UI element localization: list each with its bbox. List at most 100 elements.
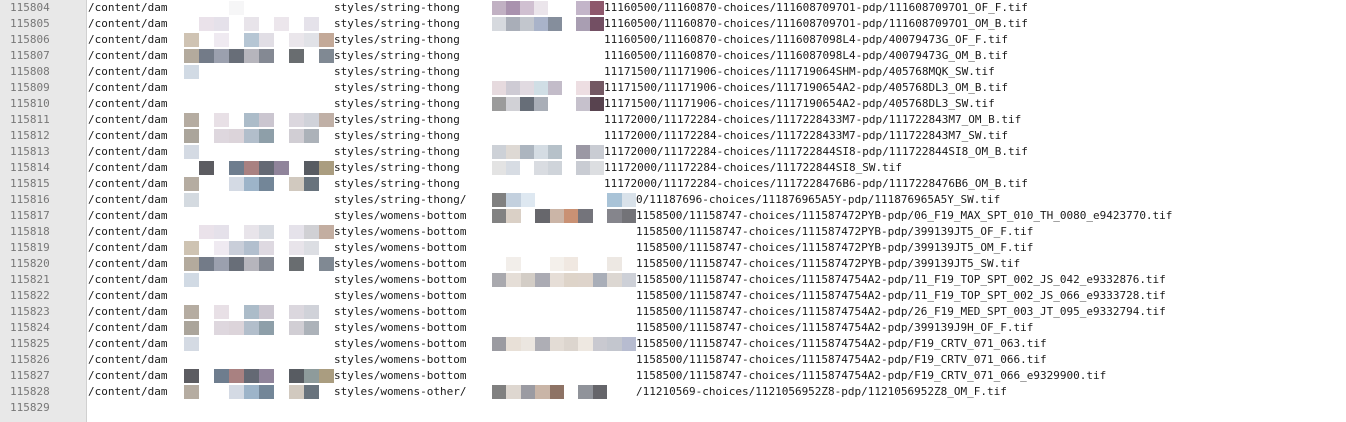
redacted-region (184, 241, 334, 255)
redacted-region (492, 209, 637, 223)
redacted-region (184, 49, 334, 63)
editor-line[interactable]: 115819/content/dam styles/womens-bottom 11… (0, 240, 1346, 256)
line-number: 115819 (10, 241, 50, 254)
path-styles: styles/string-thong (334, 17, 460, 30)
editor-line[interactable]: 115820/content/dam styles/womens-bottom 11… (0, 256, 1346, 272)
path-prefix: /content/dam (88, 113, 168, 126)
editor-line[interactable]: 115811/content/dam styles/string-thong 111… (0, 112, 1346, 128)
path-file: 11171500/11171906-choices/111719064SHM-p… (604, 65, 995, 78)
editor-line[interactable]: 115821/content/dam styles/womens-bottom 11… (0, 272, 1346, 288)
path-file: 11171500/11171906-choices/1117190654A2-p… (604, 97, 995, 110)
path-file: 11172000/11172284-choices/111722844SI8-p… (604, 145, 1028, 158)
line-number: 115809 (10, 81, 50, 94)
editor-line[interactable]: 115827/content/dam styles/womens-bottom 11… (0, 368, 1346, 384)
line-number: 115826 (10, 353, 50, 366)
editor-line[interactable]: 115814/content/dam styles/string-thong 111… (0, 160, 1346, 176)
path-prefix: /content/dam (88, 353, 168, 366)
path-styles: styles/string-thong (334, 161, 460, 174)
path-styles: styles/string-thong (334, 129, 460, 142)
path-prefix: /content/dam (88, 49, 168, 62)
path-file: 11160500/11160870-choices/1116087097O1-p… (604, 1, 1028, 14)
redacted-region (492, 97, 604, 111)
path-prefix: /content/dam (88, 33, 168, 46)
path-prefix: /content/dam (88, 241, 168, 254)
editor-line[interactable]: 115806/content/dam styles/string-thong 111… (0, 32, 1346, 48)
path-file: /11210569-choices/1121056952Z8-pdp/11210… (636, 385, 1007, 398)
line-number: 115825 (10, 337, 50, 350)
editor-line[interactable]: 115805/content/dam styles/string-thong 111… (0, 16, 1346, 32)
line-number: 115808 (10, 65, 50, 78)
redacted-region (184, 113, 334, 127)
redacted-region (184, 385, 334, 399)
line-number: 115810 (10, 97, 50, 110)
editor-line[interactable]: 115816/content/dam styles/string-thong/0/… (0, 192, 1346, 208)
redacted-region (184, 65, 334, 79)
redacted-region (492, 337, 637, 351)
redacted-region (492, 305, 637, 319)
path-prefix: /content/dam (88, 193, 168, 206)
path-styles: styles/string-thong (334, 49, 460, 62)
editor-line[interactable]: 115808/content/dam styles/string-thong 111… (0, 64, 1346, 80)
redacted-region (184, 33, 334, 47)
path-file: 1158500/11158747-choices/1115874754A2-pd… (636, 369, 1107, 382)
redacted-region (184, 369, 334, 383)
path-styles: styles/womens-bottom (334, 273, 467, 286)
line-number: 115804 (10, 1, 50, 14)
editor-line[interactable]: 115828/content/dam styles/womens-other/ /1… (0, 384, 1346, 400)
editor-line[interactable]: 115826/content/dam styles/womens-bottom 11… (0, 352, 1346, 368)
line-number: 115822 (10, 289, 50, 302)
editor-line[interactable]: 115810/content/dam styles/string-thong 111… (0, 96, 1346, 112)
editor-line[interactable]: 115823/content/dam styles/womens-bottom 11… (0, 304, 1346, 320)
editor-line[interactable]: 115829 (0, 400, 1346, 416)
editor-line[interactable]: 115809/content/dam styles/string-thong 111… (0, 80, 1346, 96)
text-editor[interactable]: 115804/content/dam styles/string-thong 111… (0, 0, 1346, 422)
path-file: 1158500/11158747-choices/111587472PYB-pd… (636, 209, 1173, 222)
redacted-region (184, 81, 334, 95)
editor-line[interactable]: 115813/content/dam styles/string-thong 111… (0, 144, 1346, 160)
path-prefix: /content/dam (88, 97, 168, 110)
path-file: 1158500/11158747-choices/1115874754A2-pd… (636, 321, 1034, 334)
editor-line[interactable]: 115815/content/dam styles/string-thong 111… (0, 176, 1346, 192)
redacted-region (184, 353, 334, 367)
line-number: 115805 (10, 17, 50, 30)
redacted-region (492, 65, 604, 79)
redacted-region (184, 321, 334, 335)
line-number: 115829 (10, 401, 50, 414)
path-file: 11160500/11160870-choices/1116087097O1-p… (604, 17, 1028, 30)
editor-line[interactable]: 115818/content/dam styles/womens-bottom 11… (0, 224, 1346, 240)
path-styles: styles/womens-bottom (334, 337, 467, 350)
editor-line[interactable]: 115817/content/dam styles/womens-bottom 11… (0, 208, 1346, 224)
path-file: 11160500/11160870-choices/1116087098L4-p… (604, 49, 1008, 62)
redacted-region (184, 337, 334, 351)
path-styles: styles/string-thong (334, 177, 460, 190)
path-styles: styles/string-thong (334, 33, 460, 46)
path-prefix: /content/dam (88, 65, 168, 78)
editor-line[interactable]: 115824/content/dam styles/womens-bottom 11… (0, 320, 1346, 336)
editor-line[interactable]: 115822/content/dam styles/womens-bottom 11… (0, 288, 1346, 304)
path-styles: styles/womens-bottom (334, 257, 467, 270)
path-prefix: /content/dam (88, 177, 168, 190)
redacted-region (184, 193, 334, 207)
redacted-region (492, 369, 637, 383)
path-styles: styles/string-thong (334, 113, 460, 126)
redacted-region (184, 161, 334, 175)
editor-line[interactable]: 115812/content/dam styles/string-thong 111… (0, 128, 1346, 144)
line-number: 115807 (10, 49, 50, 62)
redacted-region (184, 289, 334, 303)
editor-line[interactable]: 115804/content/dam styles/string-thong 111… (0, 0, 1346, 16)
path-file: 1158500/11158747-choices/111587472PYB-pd… (636, 241, 1034, 254)
path-styles: styles/womens-bottom (334, 241, 467, 254)
editor-line[interactable]: 115807/content/dam styles/string-thong 111… (0, 48, 1346, 64)
redacted-region (492, 241, 637, 255)
redacted-region (492, 161, 604, 175)
path-file: 1158500/11158747-choices/111587472PYB-pd… (636, 257, 1021, 270)
path-file: 1158500/11158747-choices/1115874754A2-pd… (636, 289, 1166, 302)
path-styles: styles/womens-bottom (334, 209, 467, 222)
path-file: 1158500/11158747-choices/1115874754A2-pd… (636, 273, 1166, 286)
redacted-region (492, 193, 637, 207)
redacted-region (184, 225, 334, 239)
path-file: 11172000/11172284-choices/1117228433M7-p… (604, 113, 1022, 126)
line-number: 115823 (10, 305, 50, 318)
editor-line[interactable]: 115825/content/dam styles/womens-bottom 11… (0, 336, 1346, 352)
redacted-region (492, 17, 604, 31)
